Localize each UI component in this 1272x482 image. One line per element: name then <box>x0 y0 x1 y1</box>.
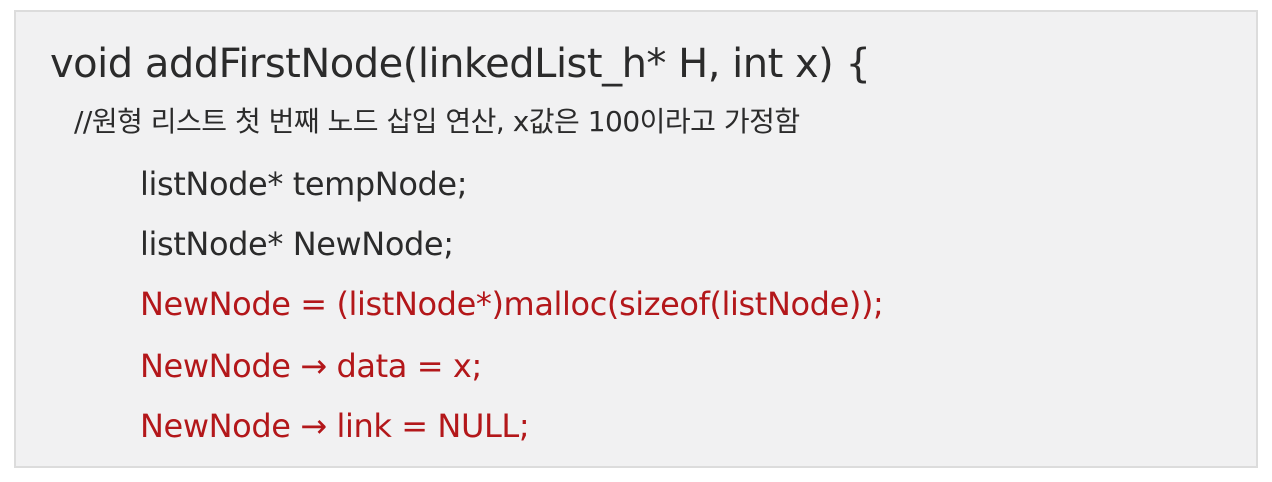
code-comment: //원형 리스트 첫 번째 노드 삽입 연산, x값은 100이라고 가정함 <box>74 105 800 138</box>
code-line-new-node-decl: listNode* NewNode; <box>140 225 454 263</box>
code-line-set-data: NewNode → data = x; <box>140 347 482 385</box>
code-line-set-link: NewNode → link = NULL; <box>140 407 530 445</box>
code-line-malloc: NewNode = (listNode*)malloc(sizeof(listN… <box>140 285 884 323</box>
code-line-temp-node-decl: listNode* tempNode; <box>140 165 468 203</box>
function-signature: void addFirstNode(linkedList_h* H, int x… <box>50 41 871 87</box>
code-box: void addFirstNode(linkedList_h* H, int x… <box>14 10 1258 468</box>
